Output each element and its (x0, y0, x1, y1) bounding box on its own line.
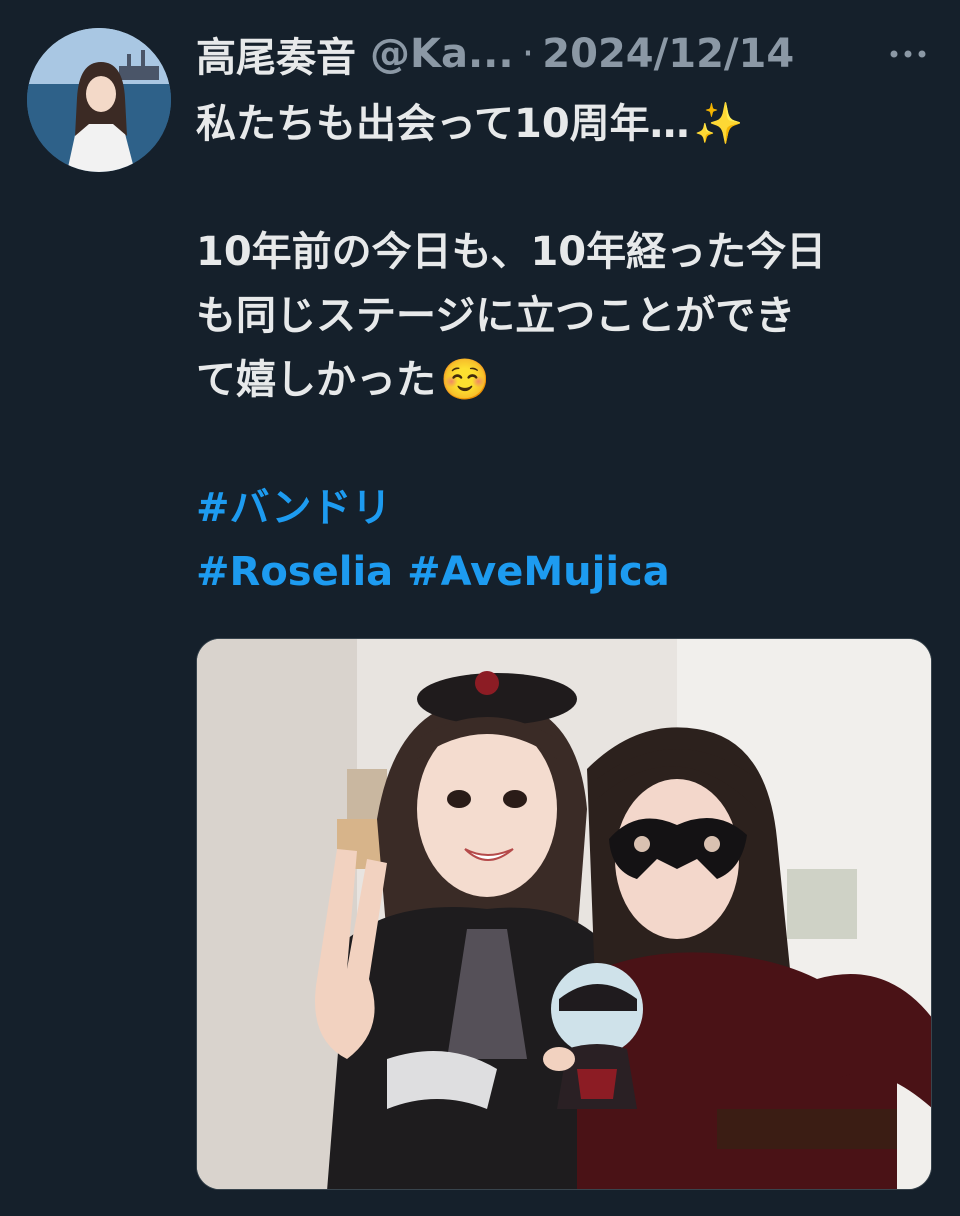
user-handle[interactable]: @Ka... (370, 31, 514, 77)
display-name[interactable]: 高尾奏音 (196, 25, 356, 83)
more-horizontal-icon (888, 48, 928, 60)
tweet-text-line: て嬉しかった ☺️ (196, 348, 936, 412)
tweet-text-line: 私たちも出会って10周年… ✨ (196, 92, 936, 156)
separator-dot: · (521, 31, 535, 77)
media-photo[interactable] (196, 638, 932, 1190)
hashtag-avemujica[interactable]: #AveMujica (407, 549, 670, 595)
tweet-text-line: も同じステージに立つことができ (196, 293, 796, 339)
avatar[interactable] (27, 28, 171, 172)
tweet: 高尾奏音 @Ka... · 2024/12/14 私たちも出会って10周年… ✨ … (0, 0, 960, 1216)
tweet-text-segment: て嬉しかった (196, 357, 436, 403)
hashtag-roselia[interactable]: #Roselia (196, 549, 393, 595)
tweet-text: 私たちも出会って10周年… ✨ 10年前の今日も、10年経った今日 も同じステージ… (196, 92, 936, 604)
tweet-text-segment: 私たちも出会って10周年… (196, 101, 690, 147)
tweet-header: 高尾奏音 @Ka... · 2024/12/14 (196, 24, 794, 84)
sparkles-emoji: ✨ (693, 101, 744, 147)
hashtag-bandori[interactable]: #バンドリ (196, 485, 392, 531)
smiling-face-emoji: ☺️ (440, 357, 490, 403)
tweet-text-line: 10年前の今日も、10年経った今日 (196, 229, 827, 275)
more-button[interactable] (884, 34, 932, 74)
tweet-date[interactable]: 2024/12/14 (542, 31, 794, 77)
